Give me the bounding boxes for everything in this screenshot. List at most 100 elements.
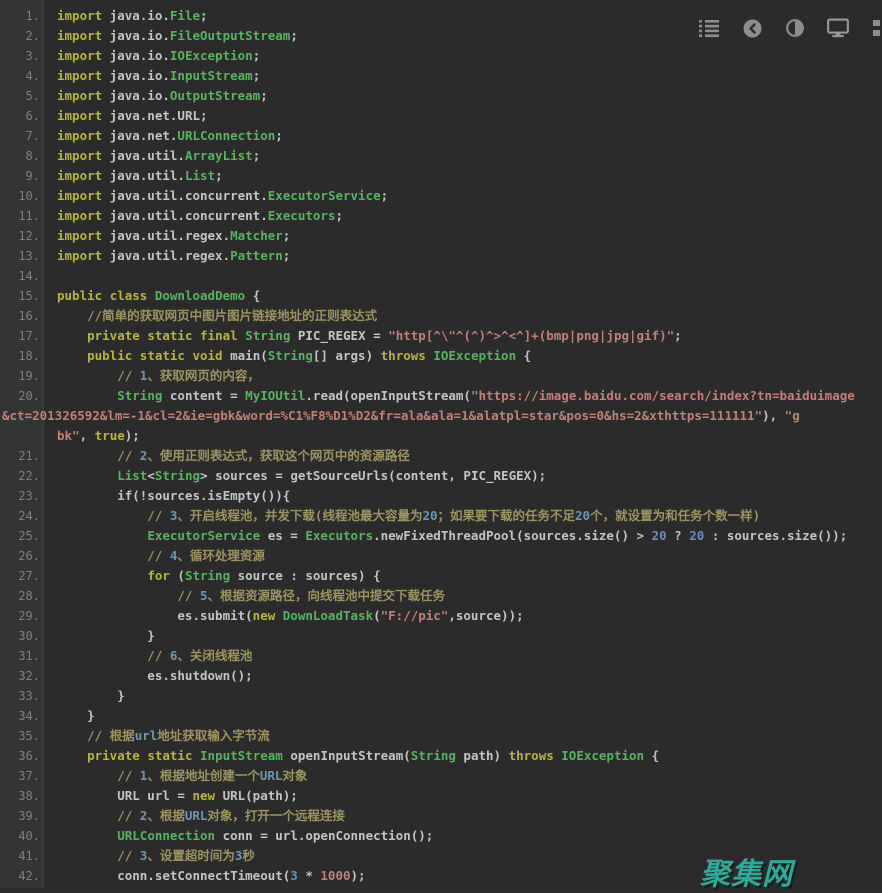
- code-line: 12.import java.util.regex.Matcher;: [0, 226, 882, 246]
- code-text: import java.util.concurrent.Executors;: [57, 208, 343, 223]
- line-number: 12.: [0, 226, 40, 246]
- code-text: import java.io.File;: [57, 8, 208, 23]
- line-number: 8.: [0, 146, 40, 166]
- line-number: 23.: [0, 486, 40, 506]
- line-number: 39.: [0, 806, 40, 826]
- code-line: 14.: [0, 266, 882, 286]
- code-text: // 3、设置超时间为3秒: [57, 848, 255, 863]
- line-number: 13.: [0, 246, 40, 266]
- code-line: 20. String content = MyIOUtil.read(openI…: [0, 386, 882, 406]
- toolbar: [698, 17, 882, 39]
- chevron-left-circle-icon[interactable]: [741, 17, 763, 39]
- line-number: 20.: [0, 386, 40, 406]
- code-text: // 1、获取网页的内容，: [57, 368, 260, 383]
- list-icon[interactable]: [698, 17, 720, 39]
- code-text: import java.util.regex.Pattern;: [57, 248, 290, 263]
- code-line: 18. public static void main(String[] arg…: [0, 346, 882, 366]
- line-number: 15.: [0, 286, 40, 306]
- code-line: 24. // 3、开启线程池，并发下载(线程池最大容量为20；如果要下载的任务不…: [0, 506, 882, 526]
- code-text: // 2、根据URL对象，打开一个远程连接: [57, 808, 345, 823]
- code-line: 21. // 2、使用正则表达式，获取这个网页中的资源路径: [0, 446, 882, 466]
- line-number: 7.: [0, 126, 40, 146]
- line-number: 18.: [0, 346, 40, 366]
- code-line: 40. URLConnection conn = url.openConnect…: [0, 826, 882, 846]
- line-number: 31.: [0, 646, 40, 666]
- line-number: 38.: [0, 786, 40, 806]
- code-line: 36. private static InputStream openInput…: [0, 746, 882, 766]
- code-text: conn.setConnectTimeout(3 * 1000);: [57, 868, 366, 883]
- code-line: 27. for (String source : sources) {: [0, 566, 882, 586]
- code-text: ExecutorService es = Executors.newFixedT…: [57, 528, 847, 543]
- code-text: if(!sources.isEmpty()){: [57, 488, 290, 503]
- code-line: 8. import java.util.ArrayList;: [0, 146, 882, 166]
- code-line: 15. public class DownloadDemo {: [0, 286, 882, 306]
- code-text: //简单的获取网页中图片图片链接地址的正则表达式: [57, 308, 377, 323]
- line-number: 34.: [0, 706, 40, 726]
- code-line: 39. // 2、根据URL对象，打开一个远程连接: [0, 806, 882, 826]
- code-text: // 6、关闭线程池: [57, 648, 252, 663]
- code-line: 25. ExecutorService es = Executors.newFi…: [0, 526, 882, 546]
- code-line: 7.import java.net.URLConnection;: [0, 126, 882, 146]
- code-line: 23. if(!sources.isEmpty()){: [0, 486, 882, 506]
- line-number: 19.: [0, 366, 40, 386]
- line-number: 4.: [0, 66, 40, 86]
- line-number: 3.: [0, 46, 40, 66]
- code-text: &ct=201326592&lm=-1&cl=2&ie=gbk&word=%C1…: [2, 408, 800, 423]
- line-number: 26.: [0, 546, 40, 566]
- line-number: 5.: [0, 86, 40, 106]
- code-line: 5. import java.io.OutputStream;: [0, 86, 882, 106]
- code-text: URL url = new URL(path);: [57, 788, 298, 803]
- code-text: import java.io.OutputStream;: [57, 88, 268, 103]
- line-number: 9.: [0, 166, 40, 186]
- code-text: es.submit(new DownLoadTask("F://pic",sou…: [57, 608, 524, 623]
- code-line: 26. // 4、循环处理资源: [0, 546, 882, 566]
- code-text: import java.net.URL;: [57, 108, 208, 123]
- code-line: 19. // 1、获取网页的内容，: [0, 366, 882, 386]
- line-number: 33.: [0, 686, 40, 706]
- code-text: import java.io.IOException;: [57, 48, 260, 63]
- contrast-icon[interactable]: [784, 17, 806, 39]
- line-number: 11.: [0, 206, 40, 226]
- code-text: bk", true);: [57, 428, 140, 443]
- line-number: 32.: [0, 666, 40, 686]
- code-line: 34. }: [0, 706, 882, 726]
- line-number: 24.: [0, 506, 40, 526]
- code-text: import java.util.ArrayList;: [57, 148, 260, 163]
- code-text: }: [57, 628, 155, 643]
- code-text: import java.util.List;: [57, 168, 223, 183]
- code-text: // 4、循环处理资源: [57, 548, 265, 563]
- code-text: // 1、根据地址创建一个URL对象: [57, 768, 307, 783]
- code-text: // 5、根据资源路径，向线程池中提交下载任务: [57, 588, 445, 603]
- code-text: public class DownloadDemo {: [57, 288, 260, 303]
- line-number: 35.: [0, 726, 40, 746]
- line-number: 1.: [0, 6, 40, 26]
- line-number: 40.: [0, 826, 40, 846]
- code-line: bk", true);: [0, 426, 882, 446]
- code-text: }: [57, 708, 95, 723]
- code-text: public static void main(String[] args) t…: [57, 348, 531, 363]
- code-line: 13. import java.util.regex.Pattern;: [0, 246, 882, 266]
- clipped-edge-icon[interactable]: [870, 17, 882, 39]
- code-line: 28. // 5、根据资源路径，向线程池中提交下载任务: [0, 586, 882, 606]
- code-line: 30. }: [0, 626, 882, 646]
- code-text: // 2、使用正则表达式，获取这个网页中的资源路径: [57, 448, 410, 463]
- code-line: 32. es.shutdown();: [0, 666, 882, 686]
- code-line: 10.import java.util.concurrent.ExecutorS…: [0, 186, 882, 206]
- code-line: 22. List<String> sources = getSourceUrls…: [0, 466, 882, 486]
- code-text: List<String> sources = getSourceUrls(con…: [57, 468, 546, 483]
- line-number: 10.: [0, 186, 40, 206]
- code-text: URLConnection conn = url.openConnection(…: [57, 828, 433, 843]
- code-text: }: [57, 688, 125, 703]
- monitor-icon[interactable]: [827, 17, 849, 39]
- code-line: 35. // 根据url地址获取输入字节流: [0, 726, 882, 746]
- code-line: 31. // 6、关闭线程池: [0, 646, 882, 666]
- line-number: 16.: [0, 306, 40, 326]
- line-number: 37.: [0, 766, 40, 786]
- code-line: 37. // 1、根据地址创建一个URL对象: [0, 766, 882, 786]
- line-number: 25.: [0, 526, 40, 546]
- code-line: 6.import java.net.URL;: [0, 106, 882, 126]
- code-line: 9. import java.util.List;: [0, 166, 882, 186]
- code-text: for (String source : sources) {: [57, 568, 381, 583]
- code-text: import java.io.InputStream;: [57, 68, 260, 83]
- code-area[interactable]: 1.import java.io.File;2.import java.io.F…: [0, 0, 882, 886]
